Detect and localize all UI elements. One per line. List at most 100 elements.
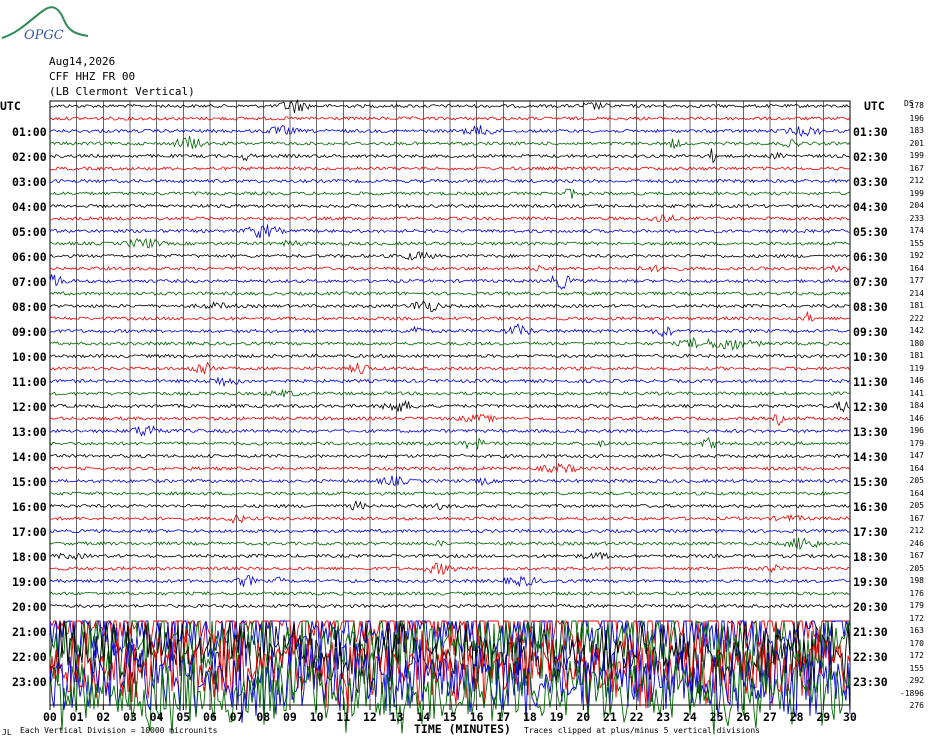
clip-note: Traces clipped at plus/minus 5 vertical …: [524, 726, 761, 735]
left-time-label: 18:00: [12, 550, 47, 564]
right-time-label: 11:30: [853, 375, 888, 389]
x-tick-label: 08: [256, 710, 271, 724]
rms-value: 205: [909, 476, 924, 485]
rms-value: 292: [909, 676, 924, 685]
left-time-label: 02:00: [12, 150, 47, 164]
rms-value: 147: [909, 451, 924, 460]
rms-value: -1896: [899, 688, 924, 698]
right-time-label: 18:30: [853, 550, 888, 564]
x-tick-label: 12: [363, 710, 377, 724]
rms-value: 142: [909, 326, 924, 335]
x-tick-label: 04: [149, 710, 164, 724]
x-tick-label: 02: [96, 710, 111, 724]
rms-value: 212: [909, 526, 924, 535]
right-time-label: 06:30: [853, 250, 888, 264]
utc-label-right: UTC: [864, 99, 885, 113]
x-tick-label: 29: [816, 710, 831, 724]
x-tick-label: 10: [309, 710, 324, 724]
x-axis-label: TIME (MINUTES): [414, 722, 511, 736]
rms-value: 179: [909, 438, 924, 448]
right-time-label: 09:30: [853, 325, 888, 339]
left-time-label: 03:00: [12, 175, 47, 189]
left-time-label: 15:00: [12, 475, 47, 489]
rms-value: 181: [909, 301, 924, 310]
right-time-label: 14:30: [853, 450, 888, 464]
rms-value: 212: [909, 176, 924, 185]
scale-note: Each Vertical Division = 10000 microunit…: [20, 726, 218, 735]
rms-value: 246: [909, 538, 924, 548]
rms-value: 163: [909, 626, 924, 635]
rms-value: 201: [909, 138, 924, 148]
left-time-label: 12:00: [12, 400, 47, 414]
rms-value: 183: [909, 126, 924, 135]
x-tick-label: 25: [709, 710, 724, 724]
rms-value: 119: [909, 363, 924, 373]
rms-value: 172: [909, 651, 924, 660]
left-time-label: 06:00: [12, 250, 47, 264]
x-tick-label: 20: [576, 710, 591, 724]
rms-value: 141: [909, 388, 924, 398]
x-tick-label: 19: [549, 710, 564, 724]
x-tick-label: 24: [683, 710, 697, 724]
rms-value: 205: [909, 501, 924, 510]
right-time-label: 12:30: [853, 400, 888, 414]
right-time-label: 20:30: [853, 600, 888, 614]
x-tick-label: 09: [283, 710, 297, 724]
rms-value: 233: [909, 213, 924, 223]
right-time-label: 16:30: [853, 500, 888, 514]
rms-value: 174: [909, 226, 924, 235]
right-time-label: 02:30: [853, 150, 888, 164]
right-time-label: 21:30: [853, 625, 888, 639]
left-time-label: 21:00: [12, 625, 47, 639]
rms-value: 155: [909, 238, 924, 248]
rms-value: 184: [909, 401, 924, 410]
x-tick-label: 00: [43, 710, 57, 724]
x-tick-label: 03: [123, 710, 137, 724]
x-tick-label: 21: [603, 710, 617, 724]
x-tick-label: 01: [69, 710, 84, 724]
right-time-label: 13:30: [853, 425, 888, 439]
rms-value: 167: [909, 163, 924, 173]
x-tick-label: 05: [176, 710, 191, 724]
left-time-label: 07:00: [12, 275, 47, 289]
x-tick-label: 22: [629, 710, 644, 724]
right-time-label: 04:30: [853, 200, 888, 214]
rms-value: 170: [909, 638, 924, 648]
utc-label-left: UTC: [0, 99, 21, 113]
rms-value: 196: [909, 426, 924, 435]
left-time-label: 09:00: [12, 325, 47, 339]
right-time-label: 22:30: [853, 650, 888, 664]
left-time-label: 01:00: [12, 125, 47, 139]
rms-value: 199: [909, 151, 924, 160]
rms-value: 204: [909, 201, 924, 210]
left-time-label: 17:00: [12, 525, 47, 539]
left-time-label: 23:00: [12, 675, 47, 689]
rms-value: 222: [909, 313, 924, 323]
left-time-label: 19:00: [12, 575, 47, 589]
footer-mark: JL: [2, 728, 12, 737]
rms-value: 196: [909, 113, 924, 123]
rms-value: 176: [909, 588, 924, 598]
x-tick-label: 13: [389, 710, 404, 724]
right-time-label: 19:30: [853, 575, 888, 589]
rms-value: 205: [909, 563, 924, 573]
right-time-label: 15:30: [853, 475, 888, 489]
left-time-label: 22:00: [12, 650, 47, 664]
rms-value: 146: [909, 413, 924, 423]
rms-value: 276: [909, 701, 924, 710]
right-time-label: 01:30: [853, 125, 888, 139]
x-tick-label: 26: [736, 710, 751, 724]
left-time-label: 13:00: [12, 425, 47, 439]
x-tick-label: 06: [203, 710, 217, 724]
x-tick-label: 27: [763, 710, 777, 724]
right-time-label: 05:30: [853, 225, 888, 239]
rms-value: 192: [909, 251, 924, 260]
rms-value: 172: [909, 613, 924, 623]
x-tick-label: 18: [523, 710, 537, 724]
rms-value: 164: [909, 488, 924, 498]
rms-value: 164: [909, 463, 924, 473]
helicorder-plot: [49, 98, 851, 735]
left-time-label: 10:00: [12, 350, 47, 364]
x-tick-label: 30: [843, 710, 857, 724]
left-time-label: 08:00: [12, 300, 47, 314]
